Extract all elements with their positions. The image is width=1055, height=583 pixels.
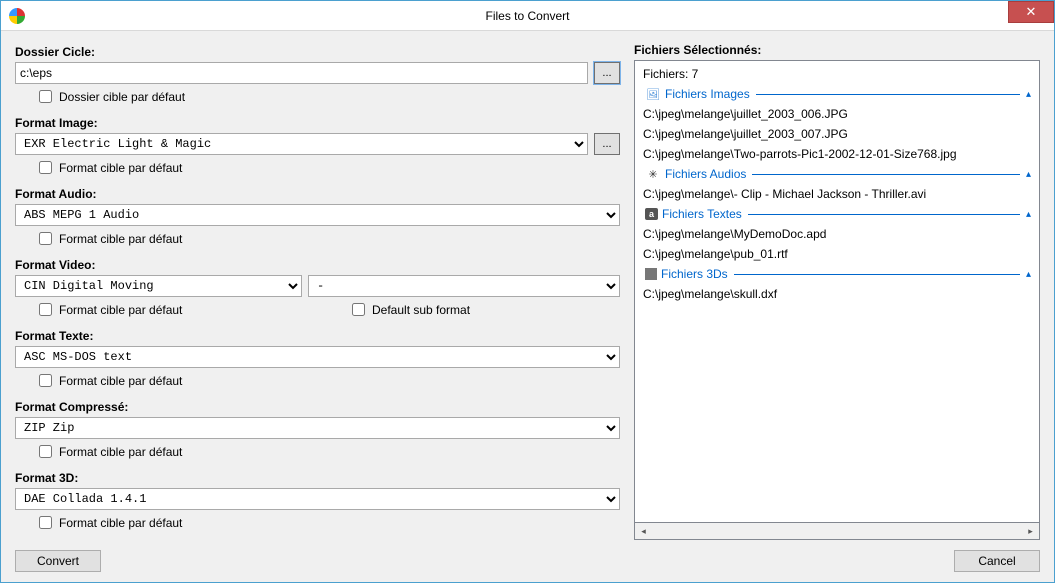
picture-icon: 🖼 [645, 87, 661, 101]
list-item[interactable]: C:\jpeg\melange\juillet_2003_006.JPG [639, 104, 1035, 124]
format-3d-default-check[interactable]: Format cible par défaut [35, 513, 620, 532]
format-video-sub-select[interactable]: - [308, 275, 620, 297]
group-textes-header[interactable]: a Fichiers Textes ▴ [639, 204, 1035, 224]
group-textes-title: Fichiers Textes [662, 207, 742, 221]
format-audio-default-label: Format cible par défaut [59, 232, 182, 246]
group-3ds-header[interactable]: Fichiers 3Ds ▴ [639, 264, 1035, 284]
format-audio-default-check[interactable]: Format cible par défaut [35, 229, 620, 248]
horizontal-scrollbar[interactable]: ◂ ▸ [634, 523, 1040, 540]
format-video-default-label: Format cible par défaut [59, 303, 182, 317]
right-panel: Fichiers Sélectionnés: Fichiers: 7 🖼 Fic… [634, 43, 1040, 540]
format-image-default-checkbox[interactable] [39, 161, 52, 174]
list-item[interactable]: C:\jpeg\melange\Two-parrots-Pic1-2002-12… [639, 144, 1035, 164]
format-image-select[interactable]: EXR Electric Light & Magic [15, 133, 588, 155]
text-icon: a [645, 208, 658, 220]
scroll-right-icon[interactable]: ▸ [1022, 523, 1039, 539]
format-text-default-label: Format cible par défaut [59, 374, 182, 388]
format-video-default-check[interactable]: Format cible par défaut [35, 300, 322, 319]
format-comp-default-check[interactable]: Format cible par défaut [35, 442, 620, 461]
format-text-label: Format Texte: [15, 329, 620, 343]
format-image-label: Format Image: [15, 116, 620, 130]
cancel-button[interactable]: Cancel [954, 550, 1040, 572]
format-video-default-checkbox[interactable] [39, 303, 52, 316]
folder-input[interactable] [15, 62, 588, 84]
group-images-title: Fichiers Images [665, 87, 750, 101]
group-images-header[interactable]: 🖼 Fichiers Images ▴ [639, 84, 1035, 104]
titlebar: Files to Convert ✕ [1, 1, 1054, 31]
format-3d-label: Format 3D: [15, 471, 620, 485]
folder-label: Dossier Cicle: [15, 45, 620, 59]
close-button[interactable]: ✕ [1008, 1, 1054, 23]
format-video-sub-default-checkbox[interactable] [352, 303, 365, 316]
list-item[interactable]: C:\jpeg\melange\skull.dxf [639, 284, 1035, 304]
format-image-default-label: Format cible par défaut [59, 161, 182, 175]
format-text-default-check[interactable]: Format cible par défaut [35, 371, 620, 390]
group-audios-header[interactable]: ✳ Fichiers Audios ▴ [639, 164, 1035, 184]
group-3ds-title: Fichiers 3Ds [661, 267, 728, 281]
format-comp-default-label: Format cible par défaut [59, 445, 182, 459]
format-video-select[interactable]: CIN Digital Moving [15, 275, 302, 297]
list-item[interactable]: C:\jpeg\melange\- Clip - Michael Jackson… [639, 184, 1035, 204]
chevron-up-icon[interactable]: ▴ [1026, 169, 1031, 180]
window-title: Files to Convert [485, 9, 569, 23]
chevron-up-icon[interactable]: ▴ [1026, 269, 1031, 280]
cube-icon [645, 268, 657, 280]
folder-default-check[interactable]: Dossier cible par défaut [35, 87, 620, 106]
format-video-label: Format Video: [15, 258, 620, 272]
format-audio-label: Format Audio: [15, 187, 620, 201]
format-3d-default-label: Format cible par défaut [59, 516, 182, 530]
app-icon [9, 8, 25, 24]
format-comp-label: Format Compressé: [15, 400, 620, 414]
format-3d-default-checkbox[interactable] [39, 516, 52, 529]
format-text-default-checkbox[interactable] [39, 374, 52, 387]
chevron-up-icon[interactable]: ▴ [1026, 209, 1031, 220]
left-panel: Dossier Cicle: ... Dossier cible par déf… [15, 43, 620, 540]
list-item[interactable]: C:\jpeg\melange\MyDemoDoc.apd [639, 224, 1035, 244]
format-audio-default-checkbox[interactable] [39, 232, 52, 245]
folder-default-label: Dossier cible par défaut [59, 90, 185, 104]
content-area: Dossier Cicle: ... Dossier cible par déf… [1, 31, 1054, 550]
format-comp-default-checkbox[interactable] [39, 445, 52, 458]
format-image-default-check[interactable]: Format cible par défaut [35, 158, 620, 177]
list-item[interactable]: C:\jpeg\melange\juillet_2003_007.JPG [639, 124, 1035, 144]
convert-button[interactable]: Convert [15, 550, 101, 572]
scroll-left-icon[interactable]: ◂ [635, 523, 652, 539]
folder-default-checkbox[interactable] [39, 90, 52, 103]
file-tree[interactable]: Fichiers: 7 🖼 Fichiers Images ▴ C:\jpeg\… [634, 60, 1040, 523]
format-comp-select[interactable]: ZIP Zip [15, 417, 620, 439]
selected-files-header: Fichiers Sélectionnés: [634, 43, 1040, 57]
dialog-window: Files to Convert ✕ Dossier Cicle: ... Do… [0, 0, 1055, 583]
file-count: Fichiers: 7 [639, 64, 1035, 84]
format-text-select[interactable]: ASC MS-DOS text [15, 346, 620, 368]
format-3d-select[interactable]: DAE Collada 1.4.1 [15, 488, 620, 510]
group-audios-title: Fichiers Audios [665, 167, 746, 181]
footer: Convert Cancel [1, 550, 1054, 582]
format-image-browse-button[interactable]: ... [594, 133, 620, 155]
format-video-sub-default-check[interactable]: Default sub format [348, 300, 470, 319]
folder-browse-button[interactable]: ... [594, 62, 620, 84]
list-item[interactable]: C:\jpeg\melange\pub_01.rtf [639, 244, 1035, 264]
format-audio-select[interactable]: ABS MEPG 1 Audio [15, 204, 620, 226]
film-icon: ✳ [645, 167, 661, 181]
format-video-sub-default-label: Default sub format [372, 303, 470, 317]
chevron-up-icon[interactable]: ▴ [1026, 89, 1031, 100]
